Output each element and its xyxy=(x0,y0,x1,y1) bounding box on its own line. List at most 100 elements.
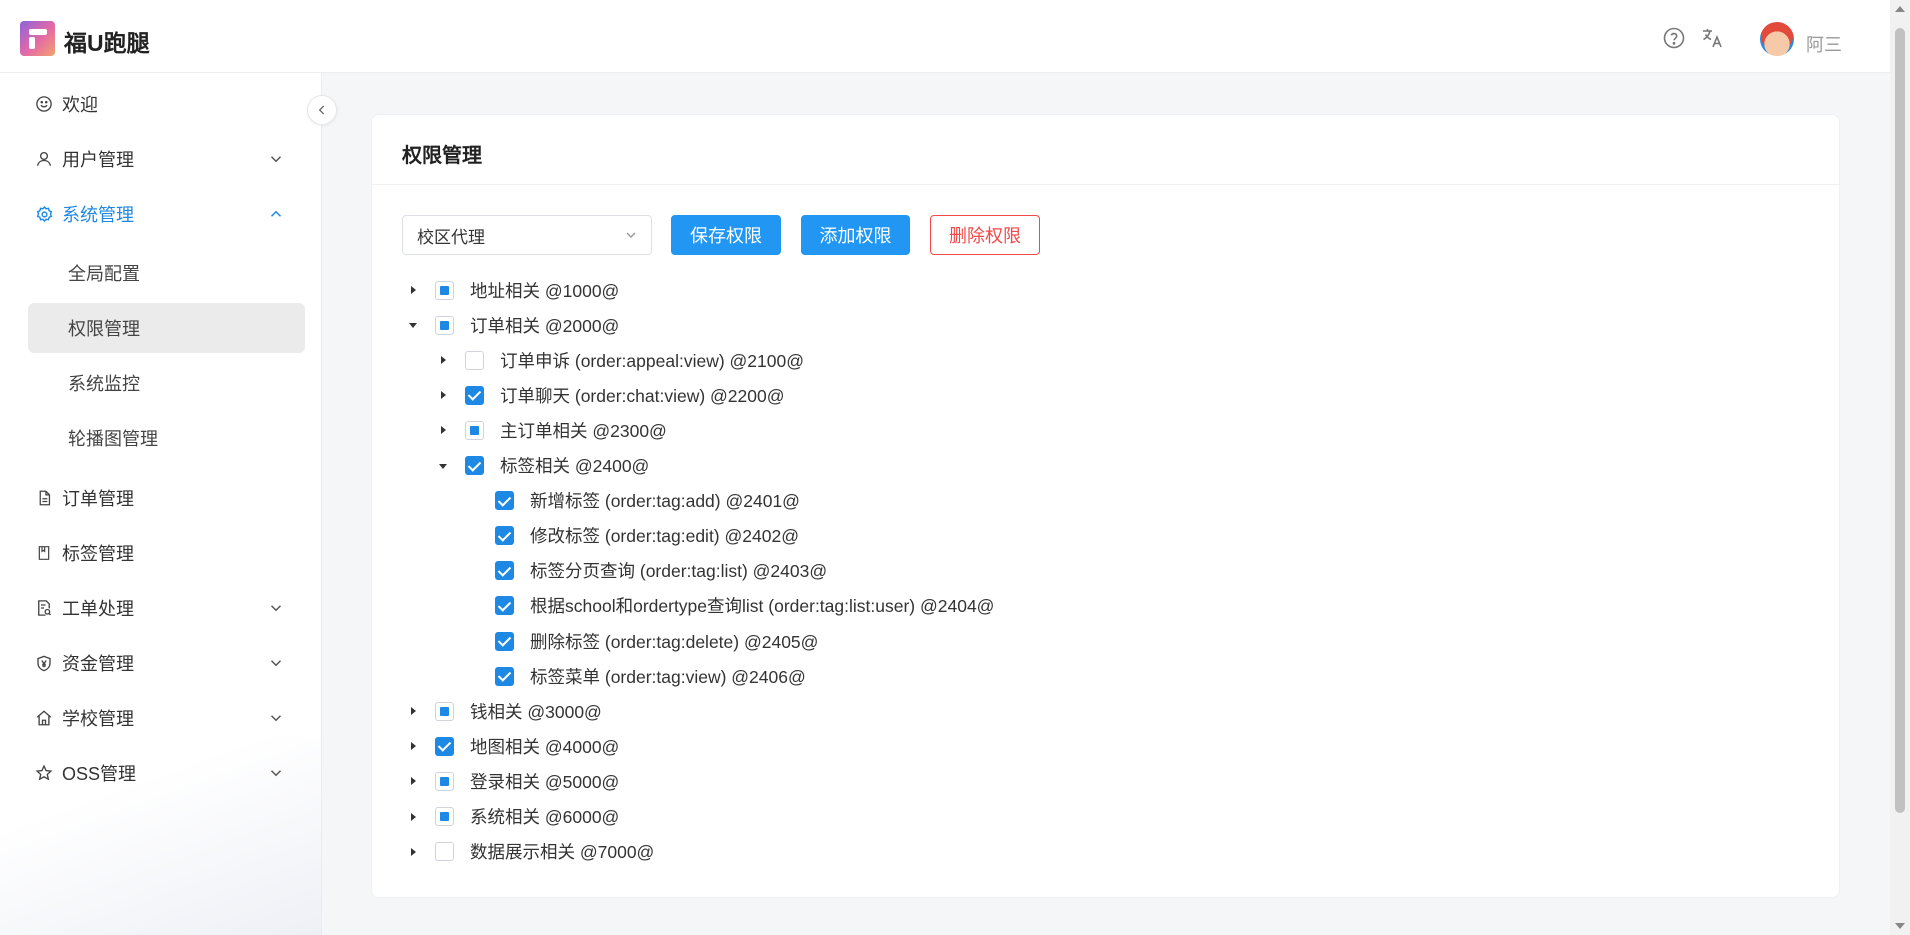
sidebar-item-label: 系统管理 xyxy=(62,205,134,225)
tree-node-checkbox[interactable] xyxy=(435,842,454,862)
sidebar-item-label: 工单处理 xyxy=(62,599,134,619)
tree-node[interactable]: 订单聊天 (order:chat:view) @2200@ xyxy=(435,379,785,411)
translate-icon[interactable] xyxy=(1700,26,1724,50)
add-permission-button[interactable]: 添加权限 xyxy=(801,215,910,255)
tree-node[interactable]: 标签分页查询 (order:tag:list) @2403@ xyxy=(465,555,827,587)
caret-right-icon[interactable] xyxy=(405,809,421,825)
caret-right-icon[interactable] xyxy=(435,352,451,368)
tree-node-checkbox[interactable] xyxy=(435,807,454,826)
tree-node[interactable]: 主订单相关 @2300@ xyxy=(435,414,667,446)
chevron-down-icon xyxy=(270,715,282,722)
tree-node[interactable]: 删除标签 (order:tag:delete) @2405@ xyxy=(465,625,818,657)
sidebar-item-label: 欢迎 xyxy=(62,95,98,115)
tree-node[interactable]: 新增标签 (order:tag:add) @2401@ xyxy=(465,485,800,517)
user-name[interactable]: 阿三 xyxy=(1806,31,1842,57)
tree-node-label: 标签相关 @2400@ xyxy=(500,456,650,476)
sidebar-item-label: OSS管理 xyxy=(62,764,137,784)
sidebar-item-tag-management[interactable]: 标签管理 xyxy=(28,529,305,577)
sidebar-subitem-carousel-management[interactable]: 轮播图管理 xyxy=(28,413,305,463)
tree-node-label: 修改标签 (order:tag:edit) @2402@ xyxy=(530,526,799,547)
scroll-up-arrow-icon[interactable] xyxy=(1895,6,1905,12)
caret-right-icon[interactable] xyxy=(435,387,451,403)
home-icon xyxy=(34,708,54,728)
page-title: 权限管理 xyxy=(402,145,482,167)
tree-node-checkbox[interactable] xyxy=(495,666,514,686)
tree-node-checkbox[interactable] xyxy=(495,596,514,616)
sidebar-item-welcome[interactable]: 欢迎 xyxy=(28,80,305,128)
tree-node-checkbox[interactable] xyxy=(465,350,484,370)
tree-node-checkbox[interactable] xyxy=(435,771,454,791)
caret-right-icon[interactable] xyxy=(405,703,421,719)
tree-node-checkbox[interactable] xyxy=(495,631,514,651)
tree-node[interactable]: 根据school和ordertype查询list (order:tag:list… xyxy=(465,590,994,622)
sidebar-subitem-global-config[interactable]: 全局配置 xyxy=(28,248,305,298)
role-select[interactable]: 校区代理 xyxy=(402,215,652,255)
tree-node-checkbox[interactable] xyxy=(435,315,454,335)
sidebar-item-ticket-processing[interactable]: 工单处理 xyxy=(28,584,305,632)
tree-node[interactable]: 修改标签 (order:tag:edit) @2402@ xyxy=(465,520,799,552)
sidebar-subitem-label: 系统监控 xyxy=(68,374,140,394)
tree-node[interactable]: 地址相关 @1000@ xyxy=(405,274,619,306)
tree-node-checkbox[interactable] xyxy=(465,420,484,440)
tree-node-checkbox[interactable] xyxy=(465,456,484,475)
star-icon xyxy=(34,763,54,783)
delete-permission-button[interactable]: 删除权限 xyxy=(930,215,1040,255)
divider xyxy=(372,184,1839,185)
tree-node-label: 删除标签 (order:tag:delete) @2405@ xyxy=(530,631,819,652)
caret-right-icon[interactable] xyxy=(405,282,421,298)
save-permission-button[interactable]: 保存权限 xyxy=(671,215,781,255)
tree-node-checkbox[interactable] xyxy=(495,561,514,581)
sidebar-item-order-management[interactable]: 订单管理 xyxy=(28,474,305,522)
tree-node[interactable]: 数据展示相关 @7000@ xyxy=(405,836,654,868)
help-icon[interactable] xyxy=(1662,26,1686,50)
caret-down-icon[interactable] xyxy=(405,317,421,333)
tree-node[interactable]: 钱相关 @3000@ xyxy=(405,695,602,727)
tree-node-checkbox[interactable] xyxy=(435,280,454,300)
top-header: 福U跑腿 阿三 xyxy=(0,0,1890,73)
tree-node-label: 钱相关 @3000@ xyxy=(470,701,602,722)
avatar[interactable] xyxy=(1760,22,1794,56)
tree-node-checkbox[interactable] xyxy=(495,491,514,511)
sidebar-subitem-label: 全局配置 xyxy=(68,264,140,284)
chevron-left-icon xyxy=(318,105,325,115)
sidebar-subitem-permission-management[interactable]: 权限管理 xyxy=(28,303,305,353)
tree-node[interactable]: 订单申诉 (order:appeal:view) @2100@ xyxy=(435,344,804,376)
sidebar-item-fund-management[interactable]: 资金管理 xyxy=(28,639,305,687)
sidebar-collapse-button[interactable] xyxy=(307,95,337,125)
sidebar: 欢迎 用户管理 系统管理 全局配置 权限管理 系统监控 轮播图管理 订单管理 标… xyxy=(0,73,322,935)
sidebar-item-user-management[interactable]: 用户管理 xyxy=(28,135,305,183)
sidebar-subitem-label: 权限管理 xyxy=(68,319,140,339)
chevron-down-icon xyxy=(626,232,636,238)
sidebar-item-school-management[interactable]: 学校管理 xyxy=(28,694,305,742)
tree-node-checkbox[interactable] xyxy=(435,736,454,756)
page-scrollbar[interactable] xyxy=(1890,0,1910,935)
caret-right-icon[interactable] xyxy=(405,773,421,789)
app-title: 福U跑腿 xyxy=(64,30,150,56)
tree-node-label: 订单聊天 (order:chat:view) @2200@ xyxy=(500,385,785,406)
caret-down-icon[interactable] xyxy=(435,458,451,474)
tree-node[interactable]: 标签相关 @2400@ xyxy=(435,450,649,482)
tree-node-checkbox[interactable] xyxy=(495,526,514,546)
sidebar-subitem-system-monitor[interactable]: 系统监控 xyxy=(28,358,305,408)
tree-node-label: 订单相关 @2000@ xyxy=(470,315,620,336)
tree-node[interactable]: 登录相关 @5000@ xyxy=(405,765,619,797)
tree-node[interactable]: 系统相关 @6000@ xyxy=(405,801,619,833)
chevron-down-icon xyxy=(270,156,282,163)
shield-yen-icon xyxy=(34,653,54,673)
tree-node-checkbox[interactable] xyxy=(465,385,484,405)
caret-right-icon[interactable] xyxy=(405,738,421,754)
tree-node[interactable]: 标签菜单 (order:tag:view) @2406@ xyxy=(465,660,806,692)
scrollbar-thumb[interactable] xyxy=(1895,28,1905,813)
sidebar-item-oss-management[interactable]: OSS管理 xyxy=(28,749,305,797)
caret-right-icon[interactable] xyxy=(435,422,451,438)
document-icon xyxy=(34,488,54,508)
scroll-down-arrow-icon[interactable] xyxy=(1895,923,1905,929)
gear-icon xyxy=(34,204,54,224)
sidebar-item-system-management[interactable]: 系统管理 xyxy=(28,190,305,238)
tree-node-checkbox[interactable] xyxy=(435,701,454,721)
chevron-up-icon xyxy=(270,210,282,217)
role-select-value: 校区代理 xyxy=(417,227,485,247)
caret-right-icon[interactable] xyxy=(405,844,421,860)
tree-node[interactable]: 订单相关 @2000@ xyxy=(405,309,619,341)
tree-node[interactable]: 地图相关 @4000@ xyxy=(405,730,619,762)
